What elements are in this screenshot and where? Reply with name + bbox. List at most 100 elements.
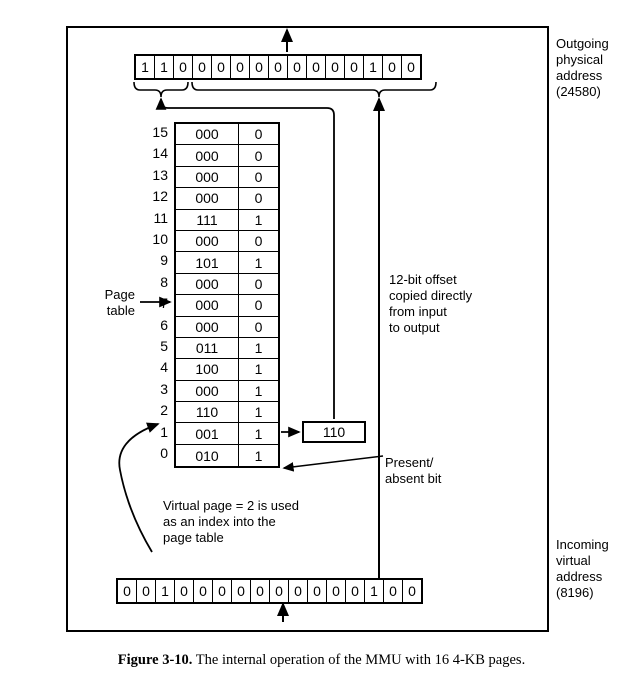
physical-address-bit-1: 1 bbox=[155, 56, 174, 78]
page-table-row: 010 1 bbox=[176, 444, 278, 467]
page-table-row: 000 0 bbox=[176, 273, 278, 296]
present-absent-bit: 1 bbox=[254, 254, 263, 271]
page-table-index: 6 bbox=[160, 316, 168, 333]
page-frame-number: 000 bbox=[176, 124, 239, 145]
page-table-index: 1 bbox=[160, 423, 168, 440]
physical-address-bit-11: 0 bbox=[345, 56, 364, 78]
virtual-address-bit-15: 0 bbox=[403, 580, 421, 602]
page-frame-number: 101 bbox=[176, 252, 239, 273]
page-frame-number: 000 bbox=[176, 295, 239, 316]
virtual-address-bit-4: 0 bbox=[194, 580, 213, 602]
present-absent-bit-label: Present/ absent bit bbox=[385, 455, 442, 486]
page-table: 000 0 000 0 000 0 000 0 111 1 000 0 101 1 000 0 000 0 000 0… bbox=[174, 122, 280, 469]
page-table-index: 5 bbox=[160, 338, 168, 354]
frame-number-output-box: 110 bbox=[302, 421, 366, 443]
virtual-address-bit-11: 0 bbox=[327, 580, 346, 602]
page-table-index: 11 bbox=[153, 209, 168, 226]
present-absent-bit: 0 bbox=[254, 297, 263, 314]
page-table-index: 14 bbox=[152, 145, 168, 162]
present-absent-bit: 0 bbox=[254, 190, 263, 207]
page-frame-number: 100 bbox=[176, 359, 239, 380]
present-absent-bit: 0 bbox=[254, 233, 263, 250]
present-absent-bit: 1 bbox=[254, 447, 263, 464]
physical-address-bit-5: 0 bbox=[231, 56, 250, 78]
page-frame-number: 000 bbox=[176, 230, 239, 252]
virtual-address-bit-8: 0 bbox=[270, 580, 289, 602]
virtual-address-bit-0: 0 bbox=[118, 580, 137, 602]
figure-caption: Figure 3-10. The internal operation of t… bbox=[0, 652, 643, 669]
present-absent-bit: 0 bbox=[254, 126, 263, 143]
physical-address-bit-2: 0 bbox=[174, 56, 193, 78]
page-table-label: Page table bbox=[104, 287, 135, 318]
physical-address-bit-6: 0 bbox=[250, 56, 269, 78]
physical-address-bit-3: 0 bbox=[193, 56, 212, 78]
page-table-index: 7 bbox=[160, 295, 168, 312]
page-table-row: 110 1 bbox=[176, 402, 278, 424]
page-frame-number: 011 bbox=[176, 337, 239, 359]
present-absent-bit: 1 bbox=[254, 382, 263, 399]
page-frame-number: 111 bbox=[176, 209, 239, 230]
page-table-row: 000 0 bbox=[176, 145, 278, 167]
page-table-row: 011 1 bbox=[176, 337, 278, 360]
page-table-index: 4 bbox=[160, 359, 168, 376]
physical-address-bit-13: 0 bbox=[383, 56, 402, 78]
virtual-address-bit-9: 0 bbox=[289, 580, 308, 602]
virtual-address-bit-10: 0 bbox=[308, 580, 327, 602]
page-table-row: 111 1 bbox=[176, 209, 278, 231]
physical-address-bit-14: 0 bbox=[402, 56, 420, 78]
page-table-row: 000 0 bbox=[176, 316, 278, 338]
offset-note-label: 12-bit offset copied directly from input… bbox=[389, 272, 473, 335]
page-table-row: 000 0 bbox=[176, 295, 278, 317]
physical-address-bit-12: 1 bbox=[364, 56, 383, 78]
page-table-index: 2 bbox=[160, 402, 168, 419]
virtual-address-bit-14: 0 bbox=[384, 580, 403, 602]
virtual-address-bit-6: 0 bbox=[232, 580, 251, 602]
incoming-address-label: Incoming virtual address (8196) bbox=[556, 537, 609, 600]
caption-label: Figure 3-10. bbox=[117, 652, 193, 668]
page-table-index: 13 bbox=[152, 166, 168, 183]
outgoing-physical-address-register: 110000000000100 bbox=[134, 54, 422, 80]
page-table-index: 15 bbox=[152, 124, 168, 140]
page-frame-number: 000 bbox=[176, 380, 239, 402]
physical-address-bit-0: 1 bbox=[136, 56, 155, 78]
frame-number-value: 110 bbox=[322, 424, 346, 440]
present-absent-bit: 1 bbox=[254, 361, 263, 378]
figure-border bbox=[66, 26, 549, 632]
page-frame-number: 000 bbox=[176, 145, 239, 166]
present-absent-bit: 1 bbox=[254, 425, 263, 442]
present-absent-bit: 0 bbox=[254, 168, 263, 185]
page-table-row: 000 0 bbox=[176, 166, 278, 189]
present-absent-bit: 1 bbox=[254, 340, 263, 357]
page-frame-number: 000 bbox=[176, 273, 239, 295]
page-table-index: 3 bbox=[160, 380, 168, 397]
present-absent-bit: 1 bbox=[254, 211, 263, 228]
present-absent-bit: 0 bbox=[254, 275, 263, 292]
page-frame-number: 001 bbox=[176, 423, 239, 444]
present-absent-bit: 0 bbox=[254, 318, 263, 335]
mmu-figure: 110000000000100 0010000000000100 000 0 000… bbox=[0, 0, 643, 696]
page-frame-number: 010 bbox=[176, 444, 239, 467]
page-table-row: 000 0 bbox=[176, 188, 278, 210]
page-table-row: 101 1 bbox=[176, 252, 278, 274]
page-table-row: 000 0 bbox=[176, 230, 278, 253]
physical-address-bit-8: 0 bbox=[288, 56, 307, 78]
virtual-address-bit-5: 0 bbox=[213, 580, 232, 602]
page-table-index: 0 bbox=[160, 445, 168, 461]
page-table-index: 8 bbox=[160, 273, 168, 290]
page-table-row: 001 1 bbox=[176, 423, 278, 445]
virtual-page-index-note: Virtual page = 2 is used as an index int… bbox=[163, 498, 299, 545]
page-table-index: 9 bbox=[160, 252, 168, 269]
page-table-index: 10 bbox=[152, 231, 168, 247]
page-frame-number: 000 bbox=[176, 316, 239, 337]
virtual-address-bit-1: 0 bbox=[137, 580, 156, 602]
page-table-index: 12 bbox=[152, 188, 168, 205]
caption-text: The internal operation of the MMU with 1… bbox=[195, 652, 526, 668]
virtual-address-bit-3: 0 bbox=[175, 580, 194, 602]
physical-address-bit-9: 0 bbox=[307, 56, 326, 78]
page-frame-number: 000 bbox=[176, 188, 239, 209]
page-frame-number: 110 bbox=[176, 402, 239, 423]
page-table-row: 000 0 bbox=[176, 124, 278, 146]
present-absent-bit: 1 bbox=[254, 404, 263, 421]
virtual-address-bit-13: 1 bbox=[365, 580, 384, 602]
present-absent-bit: 0 bbox=[254, 147, 263, 164]
